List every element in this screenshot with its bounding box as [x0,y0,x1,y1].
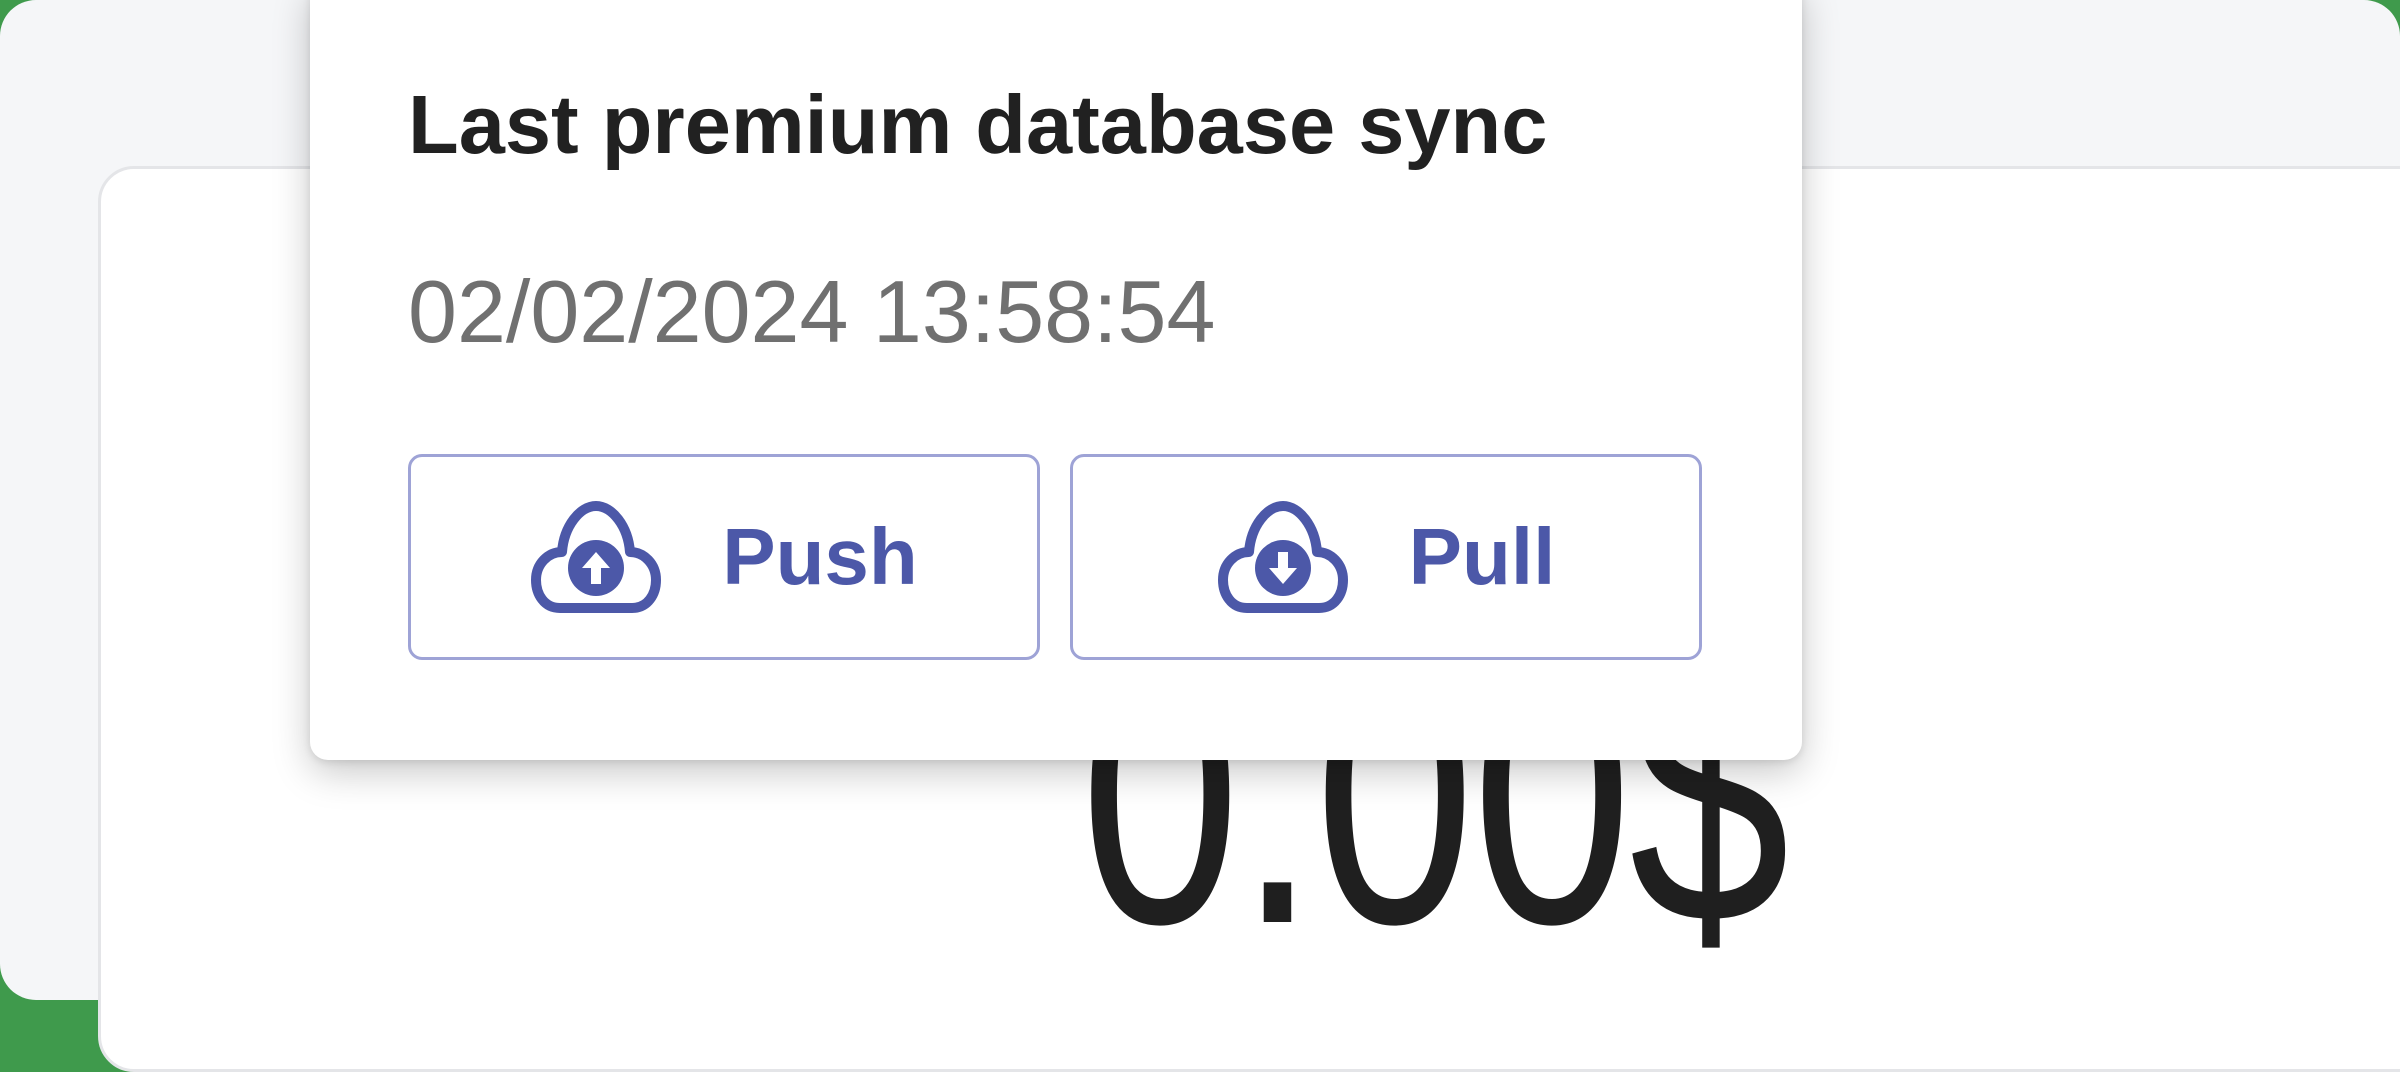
pull-button[interactable]: Pull [1070,454,1702,660]
app-window: 0.00$ Last premium database sync 02/02/2… [0,0,2400,1072]
database-sync-popover: Last premium database sync 02/02/2024 13… [310,0,1802,760]
push-button-label: Push [722,512,918,601]
pull-button-label: Pull [1408,512,1556,601]
cloud-upload-icon [531,501,662,613]
push-button[interactable]: Push [408,454,1040,660]
popover-title: Last premium database sync [408,78,1548,171]
last-sync-timestamp: 02/02/2024 13:58:54 [408,262,1216,361]
cloud-download-icon [1217,501,1348,613]
